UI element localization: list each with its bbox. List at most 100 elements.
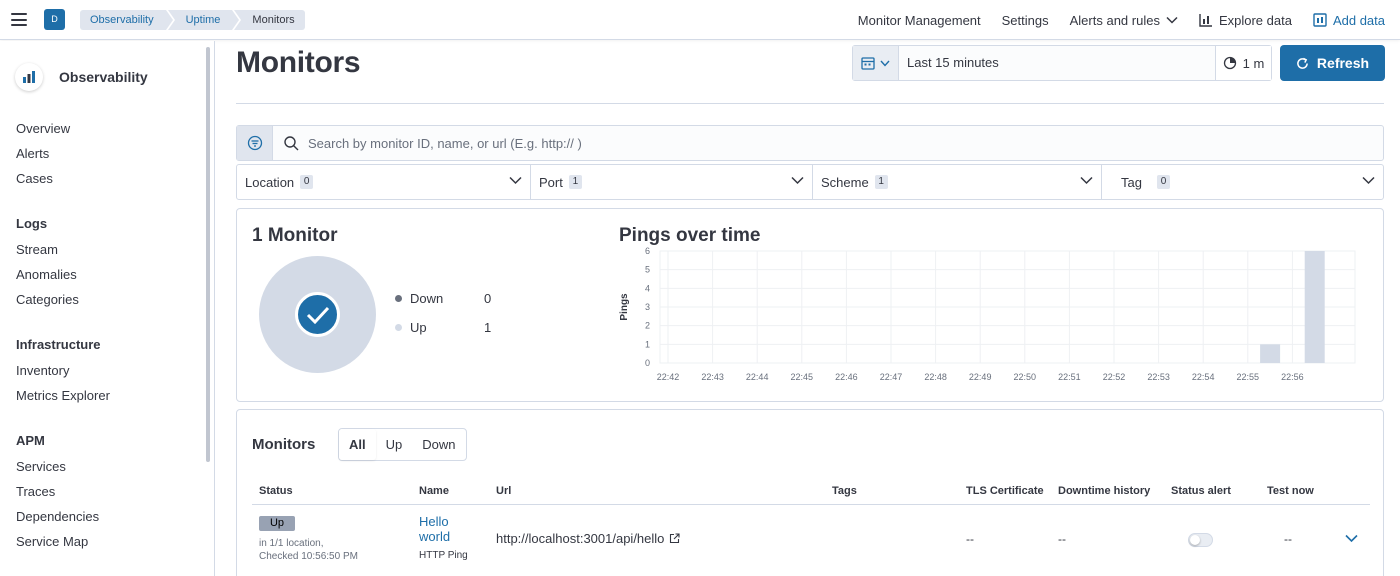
filter-tag-count: 0 [1156,175,1170,189]
filter-location-count: 0 [300,175,314,189]
filter-toggle-button[interactable] [237,126,273,160]
alerts-rules-menu[interactable]: Alerts and rules [1070,13,1178,28]
x-tick-label: 22:47 [880,372,903,382]
tls-certificate-value: -- [966,532,974,546]
database-icon [1313,13,1327,27]
search-input[interactable] [308,135,1208,151]
explore-data-link[interactable]: Explore data [1199,13,1292,28]
sidebar-item-services[interactable]: Services [16,459,66,474]
space-avatar[interactable]: D [44,9,65,30]
monitor-type: HTTP Ping [419,550,468,561]
breadcrumb-uptime[interactable]: Uptime [167,10,242,30]
sidebar-item-alerts[interactable]: Alerts [16,146,49,161]
chevron-down-icon [791,176,804,185]
settings-link[interactable]: Settings [1002,13,1049,28]
x-tick-label: 22:45 [791,372,814,382]
filter-scheme-count: 1 [874,175,888,189]
add-data-label: Add data [1332,12,1385,28]
monitors-table-panel: Monitors All Up Down Status Name Url Tag… [236,409,1384,576]
legend-down: Down [395,291,443,306]
sidebar-item-inventory[interactable]: Inventory [16,363,69,378]
refresh-button[interactable]: Refresh [1280,45,1385,81]
sidebar-item-anomalies[interactable]: Anomalies [16,267,77,282]
add-data-link[interactable]: Add data [1313,13,1385,28]
location-text: in 1/1 location, [259,538,324,549]
chart-bar [1304,251,1325,363]
monitor-url-link[interactable]: http://localhost:3001/api/hello [496,531,680,546]
summary-panel: 1 Monitor Down 0 Up 1 Pings over time 22… [236,208,1384,402]
filter-port[interactable]: Port 1 [531,165,813,199]
refresh-interval-value: 1 m [1242,55,1265,71]
legend-down-label: Down [410,291,444,306]
expand-row-chevron-icon[interactable] [1345,534,1358,543]
sidebar-section-apm: APM [16,433,45,448]
x-tick-label: 22:43 [701,372,724,382]
sidebar-title: Observability [59,69,148,85]
column-header-status-alert: Status alert [1171,485,1231,497]
column-header-status[interactable]: Status [259,485,293,497]
status-alert-toggle[interactable] [1188,533,1213,547]
monitor-name-link[interactable]: Hello world [419,514,479,544]
sidebar-item-traces[interactable]: Traces [16,484,55,499]
filter-scheme-label: Scheme [821,174,869,190]
chevron-down-icon [509,176,522,185]
test-now-value: -- [1284,532,1292,546]
chart-icon [1199,14,1212,27]
status-donut-chart [259,256,376,373]
sidebar-brand[interactable]: Observability [15,63,148,91]
sidebar-item-stream[interactable]: Stream [16,242,58,257]
menu-icon[interactable] [11,13,27,26]
calendar-icon [861,57,875,70]
y-tick-label: 4 [645,283,650,293]
column-header-tls[interactable]: TLS Certificate [966,485,1044,497]
sidebar-item-metrics-explorer[interactable]: Metrics Explorer [16,388,110,403]
refresh-interval[interactable]: 1 m [1215,46,1271,80]
monitor-management-link[interactable]: Monitor Management [858,13,981,28]
column-header-url[interactable]: Url [496,485,511,497]
status-filter-all[interactable]: All [339,429,376,460]
search-bar [236,125,1384,161]
x-tick-label: 22:44 [746,372,769,382]
column-header-name[interactable]: Name [419,485,449,497]
x-tick-label: 22:42 [657,372,680,382]
sidebar-item-overview[interactable]: Overview [16,121,70,136]
refresh-interval-icon [1223,56,1236,70]
chevron-down-icon [1362,176,1375,185]
y-tick-label: 2 [645,321,650,331]
y-tick-label: 0 [645,358,650,368]
legend-up-label: Up [410,320,427,335]
monitor-url-text: http://localhost:3001/api/hello [496,531,665,546]
table-header-divider [252,504,1370,505]
x-tick-label: 22:46 [835,372,858,382]
y-tick-label: 3 [645,302,650,312]
chevron-down-icon [880,60,890,67]
column-header-tags: Tags [832,485,857,497]
external-link-icon [670,533,680,544]
filter-icon [247,135,262,151]
x-tick-label: 22:55 [1237,372,1260,382]
search-icon [284,135,299,151]
column-header-test-now: Test now [1267,485,1314,497]
sidebar-item-cases[interactable]: Cases [16,171,53,186]
status-filter-down[interactable]: Down [412,429,465,460]
alerts-rules-label: Alerts and rules [1069,12,1160,28]
monitor-count-title: 1 Monitor [252,225,338,246]
breadcrumb-observability[interactable]: Observability [80,10,175,30]
sidebar-item-dependencies[interactable]: Dependencies [16,509,99,524]
time-range-display[interactable]: Last 15 minutes [899,46,1215,80]
filter-tag[interactable]: Tag 0 [1102,165,1383,199]
x-tick-label: 22:52 [1103,372,1126,382]
y-tick-label: 6 [645,246,650,256]
sidebar-item-service-map[interactable]: Service Map [16,534,88,549]
downtime-history-value: -- [1058,532,1066,546]
quick-select-button[interactable] [853,46,899,80]
filter-scheme[interactable]: Scheme 1 [813,165,1102,199]
filter-location-label: Location [245,174,295,190]
sidebar-scrollbar[interactable] [206,47,210,462]
status-filter-up[interactable]: Up [376,429,413,460]
filter-location[interactable]: Location 0 [237,165,531,199]
column-header-downtime: Downtime history [1058,485,1151,497]
sidebar-item-categories[interactable]: Categories [16,292,79,307]
refresh-icon [1297,57,1308,69]
monitors-table-title: Monitors [252,436,316,453]
